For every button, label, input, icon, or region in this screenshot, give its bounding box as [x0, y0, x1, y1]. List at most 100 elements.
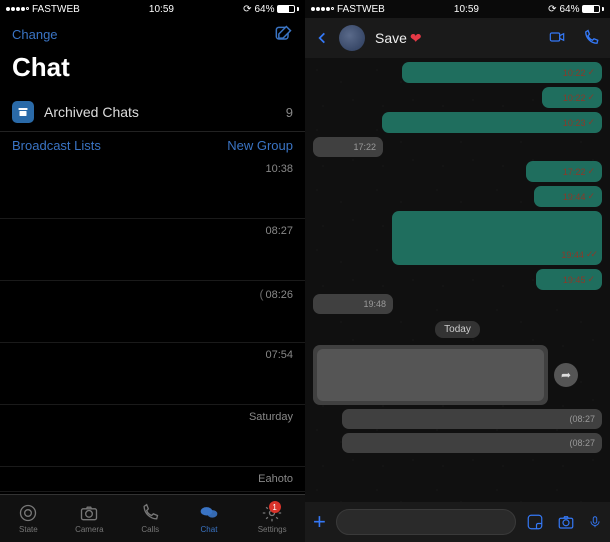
- chat-bubbles-icon: [197, 503, 221, 523]
- chat-list-item[interactable]: 10:38: [0, 157, 305, 219]
- chat-item-time: 08:27: [265, 225, 293, 237]
- status-bar: FASTWEB 10:59 ⟳ 64%: [0, 0, 305, 18]
- message-timestamp: 17:22: [353, 142, 376, 152]
- message-bubble-out[interactable]: 10:22: [542, 87, 602, 108]
- tab-label: Camera: [75, 525, 103, 534]
- delivery-ticks-icon: [587, 191, 595, 202]
- quoted-message-bubble[interactable]: [313, 345, 548, 405]
- message-timestamp: 19:45: [563, 274, 595, 285]
- battery-icon: [582, 5, 604, 13]
- message-bubble-in[interactable]: (08:27: [342, 409, 602, 429]
- chat-item-time: 08:26: [259, 287, 293, 301]
- message-timestamp: 10:22: [563, 67, 595, 78]
- message-timestamp: 19:44: [563, 191, 595, 202]
- message-bubble-out[interactable]: 17:22: [526, 161, 602, 182]
- delivery-ticks-icon: [587, 166, 595, 177]
- avatar[interactable]: [339, 25, 365, 51]
- message-input-bar: +: [305, 502, 610, 542]
- signal-icon: [311, 7, 334, 11]
- chat-list-item[interactable]: Saturday: [0, 405, 305, 467]
- message-timestamp: 10:23: [563, 117, 595, 128]
- new-group-link[interactable]: New Group: [227, 138, 293, 153]
- delivery-ticks-icon: [587, 117, 595, 128]
- sticker-icon[interactable]: [526, 513, 544, 531]
- page-title: Chat: [0, 48, 305, 93]
- tab-calls[interactable]: Calls: [140, 503, 160, 534]
- tab-label: State: [19, 525, 38, 534]
- message-bubble-in[interactable]: 17:22: [313, 137, 383, 157]
- camera-icon[interactable]: [556, 513, 576, 531]
- conversation-screen: FASTWEB 10:59 ⟳ 64% Save ❤ 10:2210:2210:…: [305, 0, 610, 542]
- chat-list-item[interactable]: Eahoto: [0, 467, 305, 492]
- signal-icon: [6, 7, 29, 11]
- voice-call-icon[interactable]: [582, 29, 600, 47]
- conversation-body[interactable]: 10:22 10:22 10:23 17:22 17:22 19:44 19:44 19:45…: [305, 58, 610, 502]
- archive-icon: [12, 101, 34, 123]
- delivery-ticks-icon: [587, 274, 595, 285]
- attach-plus-icon[interactable]: +: [313, 509, 326, 535]
- tab-settings[interactable]: 1 Settings: [258, 503, 287, 534]
- broadcast-lists-link[interactable]: Broadcast Lists: [12, 138, 101, 153]
- battery-icon: [277, 5, 299, 13]
- tab-label: Settings: [258, 525, 287, 534]
- message-timestamp: 19:48: [363, 299, 386, 309]
- back-icon[interactable]: [315, 28, 329, 48]
- tab-state[interactable]: State: [18, 503, 38, 534]
- archived-count: 9: [286, 105, 293, 120]
- chat-list-screen: FASTWEB 10:59 ⟳ 64% Change Chat Archived…: [0, 0, 305, 542]
- chat-list-header: Change: [0, 18, 305, 48]
- tab-chat[interactable]: Chat: [197, 503, 221, 534]
- delivery-ticks-icon: [587, 67, 595, 78]
- chat-item-time: Saturday: [249, 411, 293, 423]
- heart-icon: ❤: [410, 30, 422, 47]
- battery-pct: 64%: [559, 4, 579, 15]
- message-bubble-out[interactable]: 19:45: [536, 269, 602, 290]
- message-bubble-in[interactable]: (08:27: [342, 433, 602, 453]
- message-bubble-out[interactable]: 19:44: [392, 211, 602, 265]
- message-bubble-out[interactable]: 10:22: [402, 62, 602, 83]
- quote-preview: [317, 349, 544, 401]
- video-call-icon[interactable]: [546, 29, 568, 47]
- contact-name[interactable]: Save ❤: [375, 30, 536, 47]
- edit-link[interactable]: Change: [12, 27, 58, 42]
- message-bubble-in[interactable]: 19:48: [313, 294, 393, 314]
- message-timestamp: 10:22: [563, 92, 595, 103]
- camera-icon: [78, 503, 100, 523]
- carrier-label: FASTWEB: [32, 4, 80, 15]
- message-timestamp: 17:22: [563, 166, 595, 177]
- tab-label: Calls: [141, 525, 159, 534]
- archived-chats-row[interactable]: Archived Chats 9: [0, 93, 305, 132]
- message-bubble-out[interactable]: 19:44: [534, 186, 602, 207]
- archived-label: Archived Chats: [44, 104, 139, 120]
- carrier-label: FASTWEB: [337, 4, 385, 15]
- clock: 10:59: [149, 4, 174, 15]
- tab-camera[interactable]: Camera: [75, 503, 103, 534]
- list-sub-header: Broadcast Lists New Group: [0, 132, 305, 157]
- message-text-field[interactable]: [336, 509, 516, 535]
- chat-list-item[interactable]: 08:26: [0, 281, 305, 343]
- clock: 10:59: [454, 4, 479, 15]
- recharge-icon: ⟳: [243, 4, 251, 15]
- delivery-ticks-icon: [587, 92, 595, 103]
- message-bubble-out[interactable]: 10:23: [382, 112, 602, 133]
- status-bar: FASTWEB 10:59 ⟳ 64%: [305, 0, 610, 18]
- message-timestamp: (08:27: [569, 438, 595, 448]
- microphone-icon[interactable]: [588, 512, 602, 532]
- settings-badge: 1: [269, 501, 281, 513]
- message-timestamp: 19:44: [561, 249, 595, 260]
- compose-icon[interactable]: [273, 24, 293, 44]
- chat-list-item[interactable]: 08:27: [0, 219, 305, 281]
- message-timestamp: (08:27: [569, 414, 595, 424]
- day-separator: Today: [435, 321, 480, 338]
- chat-list-item[interactable]: 07:54: [0, 343, 305, 405]
- delivery-ticks-icon: [586, 249, 595, 260]
- chat-item-time: 10:38: [265, 163, 293, 175]
- battery-pct: 64%: [254, 4, 274, 15]
- phone-icon: [140, 503, 160, 523]
- chat-item-time: 07:54: [265, 349, 293, 361]
- tab-label: Chat: [201, 525, 218, 534]
- chat-item-time: Eahoto: [258, 473, 293, 485]
- conversation-header: Save ❤: [305, 18, 610, 58]
- chat-list[interactable]: 10:38 08:27 08:26 07:54 Saturday Eahoto: [0, 157, 305, 494]
- forward-icon[interactable]: ➦: [554, 363, 578, 387]
